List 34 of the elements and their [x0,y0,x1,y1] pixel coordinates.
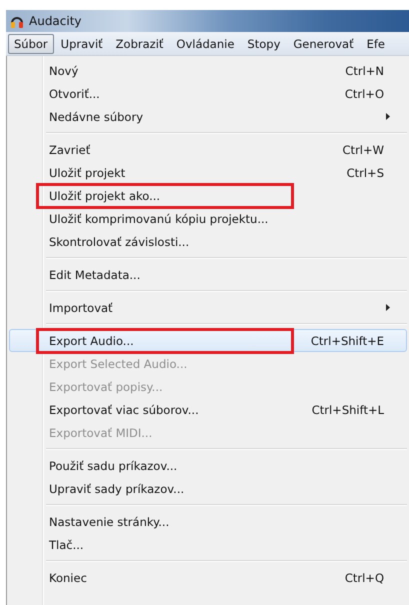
menu-item[interactable]: Nastavenie stránky... [9,510,407,533]
menu-item[interactable]: Uložiť komprimovanú kópiu projektu... [9,207,407,230]
menu-item[interactable]: Uložiť projekt Ctrl+S [9,161,407,184]
menu-item[interactable]: Uložiť projekt ako... [9,184,407,207]
menu-title[interactable]: Efe [360,34,391,54]
menu-item[interactable]: Koniec Ctrl+Q [9,566,407,589]
shortcut-label: Ctrl+S [346,166,384,180]
menu-item[interactable]: Skontrolovať závislosti... [9,230,407,253]
menu-title[interactable]: Upraviť [54,34,109,54]
menu-title[interactable]: Stopy [241,34,286,54]
menu-item[interactable]: Zavrieť Ctrl+W [9,138,407,161]
menu-item[interactable]: Nedávne súbory [9,105,407,128]
shortcut-label: Ctrl+N [345,64,384,78]
shortcut-label: Ctrl+W [342,142,384,156]
menu-item[interactable]: Upraviť sady príkazov... [9,477,407,500]
menu-item[interactable]: Importovať [9,296,407,319]
menu-item[interactable]: Použiť sadu príkazov... [9,454,407,477]
submenu-arrow-icon [386,304,390,311]
menu-title[interactable]: Ovládanie [170,34,240,54]
shortcut-label: Ctrl+Shift+L [312,402,384,416]
submenu-arrow-icon [386,113,390,120]
menu-title[interactable]: Generovať [287,34,360,54]
menu-item[interactable]: Edit Metadata... [9,263,407,286]
shortcut-label: Ctrl+O [344,86,384,100]
menu-item[interactable]: Exportovať viac súborov... Ctrl+Shift+L [9,398,407,421]
shortcut-label: Ctrl+Shift+E [310,334,384,348]
menu-item[interactable]: Otvoriť... Ctrl+O [9,82,407,105]
menu-item[interactable]: Tlač... [9,533,407,556]
menu-item[interactable]: Nový Ctrl+N [9,59,407,82]
menu-title[interactable]: Zobraziť [110,34,170,54]
menu-title[interactable]: Súbor [8,34,54,54]
menu-item[interactable]: Export Audio... Ctrl+Shift+E [9,329,407,352]
window-title: Audacity [29,14,82,28]
shortcut-label: Ctrl+Q [344,570,384,584]
